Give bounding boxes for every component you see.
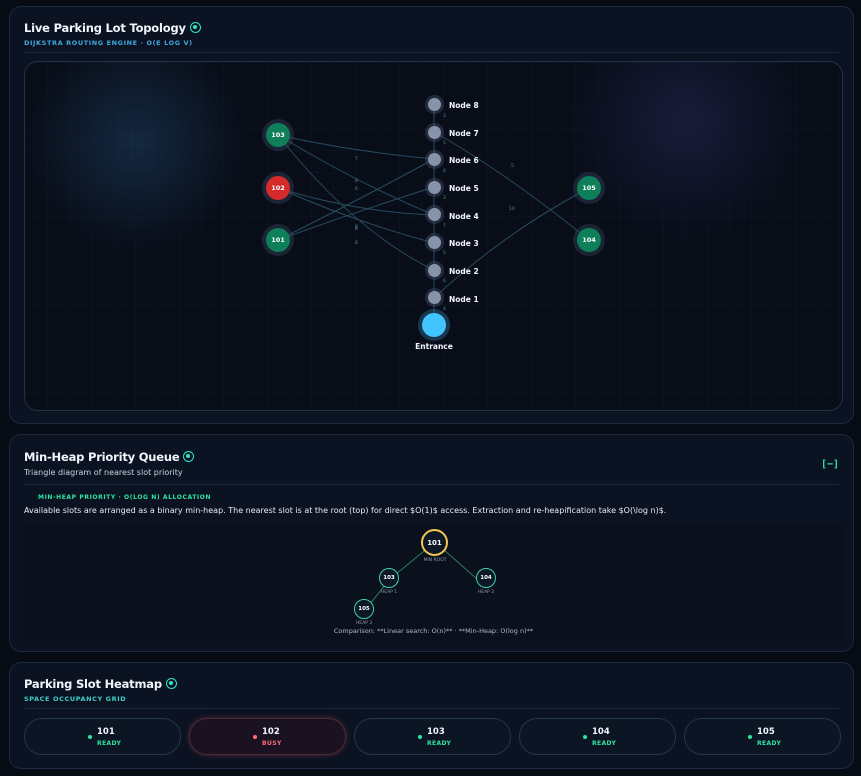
waypoint-node-3[interactable] (428, 236, 441, 249)
slot-card-id: 104 (592, 727, 610, 737)
edge-weight: 10 (509, 206, 515, 212)
waypoint-label: Node 4 (449, 212, 479, 221)
heap-kicker: MIN-HEAP PRIORITY · O(LOG N) ALLOCATION (38, 494, 212, 501)
slot-card-104[interactable]: 104 READY (519, 718, 676, 755)
waypoint-node-7[interactable] (428, 126, 441, 139)
heatmap-status-icon (165, 678, 177, 689)
heap-caption: HEAP 1 (380, 590, 398, 595)
heap-caption: HEAP 3 (355, 621, 373, 626)
edge-weight: 3 (443, 195, 446, 201)
status-dot-icon (418, 735, 422, 739)
topology-title: Live Parking Lot Topology (24, 21, 201, 35)
status-dot-icon (748, 735, 752, 739)
edge-weight: 5 (443, 140, 446, 146)
slot-card-103[interactable]: 103 READY (354, 718, 511, 755)
heap-panel: Min-Heap Priority Queue Triangle diagram… (9, 434, 854, 652)
waypoint-node-6[interactable] (428, 153, 441, 166)
edge-weight: 7 (443, 223, 446, 229)
edge-weight: 8 (355, 240, 358, 246)
heap-node-2[interactable]: 104 (476, 568, 496, 588)
heap-diagram: 101 MIN ROOT 103 HEAP 1 104 HEAP 2 105 H… (24, 523, 843, 641)
waypoint-label: Node 2 (449, 267, 479, 276)
slot-card-105[interactable]: 105 READY (684, 718, 841, 755)
waypoint-label: Node 6 (449, 156, 479, 165)
slot-card-status: READY (427, 740, 452, 747)
slot-card-id: 101 (97, 727, 115, 737)
entrance-label: Entrance (415, 342, 453, 351)
topology-panel: Live Parking Lot Topology DIJKSTRA ROUTI… (9, 6, 854, 424)
slot-card-101[interactable]: 101 READY (24, 718, 181, 755)
slot-node-102[interactable]: 102 (266, 176, 290, 200)
heap-explanation: Available slots are arranged as a binary… (24, 506, 667, 515)
status-dot-icon (583, 735, 587, 739)
heatmap-divider (24, 708, 839, 709)
heatmap-subtitle: SPACE OCCUPANCY GRID (24, 695, 127, 703)
slot-card-102[interactable]: 102 BUSY (189, 718, 346, 755)
edge-weight: 8 (355, 224, 358, 230)
edge-weight: 3 (443, 113, 446, 119)
waypoint-label: Node 1 (449, 295, 479, 304)
slot-card-status: READY (757, 740, 782, 747)
heap-caption: MIN ROOT (423, 558, 447, 563)
heatmap-title-text: Parking Slot Heatmap (24, 677, 162, 691)
waypoint-node-2[interactable] (428, 264, 441, 277)
slot-node-101[interactable]: 101 (266, 228, 290, 252)
edge-weight: 5 (443, 250, 446, 256)
heatmap-panel: Parking Slot Heatmap SPACE OCCUPANCY GRI… (9, 662, 854, 769)
slot-card-status: BUSY (262, 740, 282, 747)
live-radar-icon (189, 22, 201, 33)
edge-weight: 8 (355, 178, 358, 184)
slot-node-104[interactable]: 104 (577, 228, 601, 252)
edge-weight: 4 (443, 306, 446, 312)
heap-description: Triangle diagram of nearest slot priorit… (24, 468, 183, 477)
heap-root-node[interactable]: 101 (421, 529, 448, 556)
heap-divider (24, 484, 839, 485)
heatmap-title: Parking Slot Heatmap (24, 677, 177, 691)
heap-caption: HEAP 2 (477, 590, 495, 595)
slot-card-status: READY (97, 740, 122, 747)
slot-card-id: 102 (262, 727, 280, 737)
edge-weight: 6 (355, 186, 358, 192)
slot-card-id: 103 (427, 727, 445, 737)
waypoint-label: Node 5 (449, 184, 479, 193)
slot-card-id: 105 (757, 727, 775, 737)
waypoint-label: Node 3 (449, 239, 479, 248)
slot-node-105[interactable]: 105 (577, 176, 601, 200)
edge-weight: 7 (355, 156, 358, 162)
slot-card-status: READY (592, 740, 617, 747)
heap-title-text: Min-Heap Priority Queue (24, 450, 180, 464)
heap-node-1[interactable]: 103 (379, 568, 399, 588)
topology-canvas: 3 5 4 3 7 5 6 4 7 8 6 8 8 8 5 10 103 102… (24, 61, 843, 411)
heap-comparison: Comparison: **Linear search: O(n)** · **… (333, 627, 534, 635)
edge-weight: 6 (443, 278, 446, 284)
status-dot-icon (253, 735, 257, 739)
waypoint-node-8[interactable] (428, 98, 441, 111)
waypoint-label: Node 7 (449, 129, 479, 138)
status-dot-icon (88, 735, 92, 739)
heap-node-3[interactable]: 105 (354, 599, 374, 619)
topology-divider (24, 52, 839, 53)
edge-weight: 5 (511, 163, 514, 169)
waypoint-node-4[interactable] (428, 208, 441, 221)
waypoint-label: Node 8 (449, 101, 479, 110)
waypoint-node-5[interactable] (428, 181, 441, 194)
edge-weight: 4 (443, 168, 446, 174)
waypoint-node-1[interactable] (428, 291, 441, 304)
slot-node-103[interactable]: 103 (266, 123, 290, 147)
heap-status-icon (183, 451, 195, 462)
entrance-node[interactable] (422, 313, 446, 337)
collapse-toggle-button[interactable]: [−] (821, 459, 839, 470)
topology-title-text: Live Parking Lot Topology (24, 21, 186, 35)
heap-title: Min-Heap Priority Queue (24, 450, 195, 464)
topology-subtitle: DIJKSTRA ROUTING ENGINE · O(E LOG V) (24, 39, 193, 47)
